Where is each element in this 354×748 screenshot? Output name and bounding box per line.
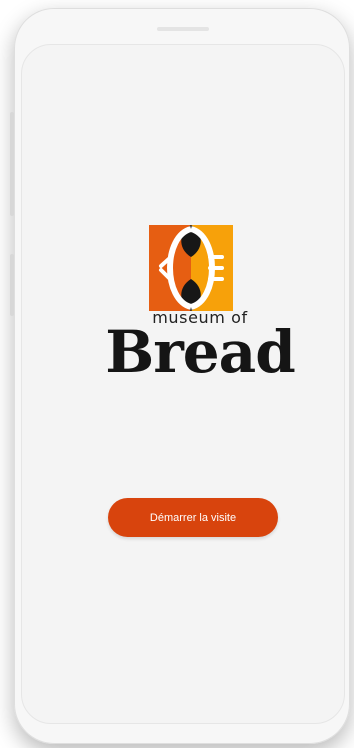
side-volume-down-button: [10, 254, 14, 316]
logo-title: Bread: [105, 318, 296, 386]
phone-frame: museum of Bread Démarrer la visite: [14, 8, 350, 744]
bread-museum-logo-icon: [149, 225, 233, 311]
app-screen: museum of Bread Démarrer la visite: [21, 44, 345, 724]
museum-logo: museum of Bread: [95, 225, 305, 381]
phone-speaker: [157, 27, 209, 31]
side-volume-up-button: [10, 112, 14, 216]
start-visit-button[interactable]: Démarrer la visite: [108, 498, 278, 537]
